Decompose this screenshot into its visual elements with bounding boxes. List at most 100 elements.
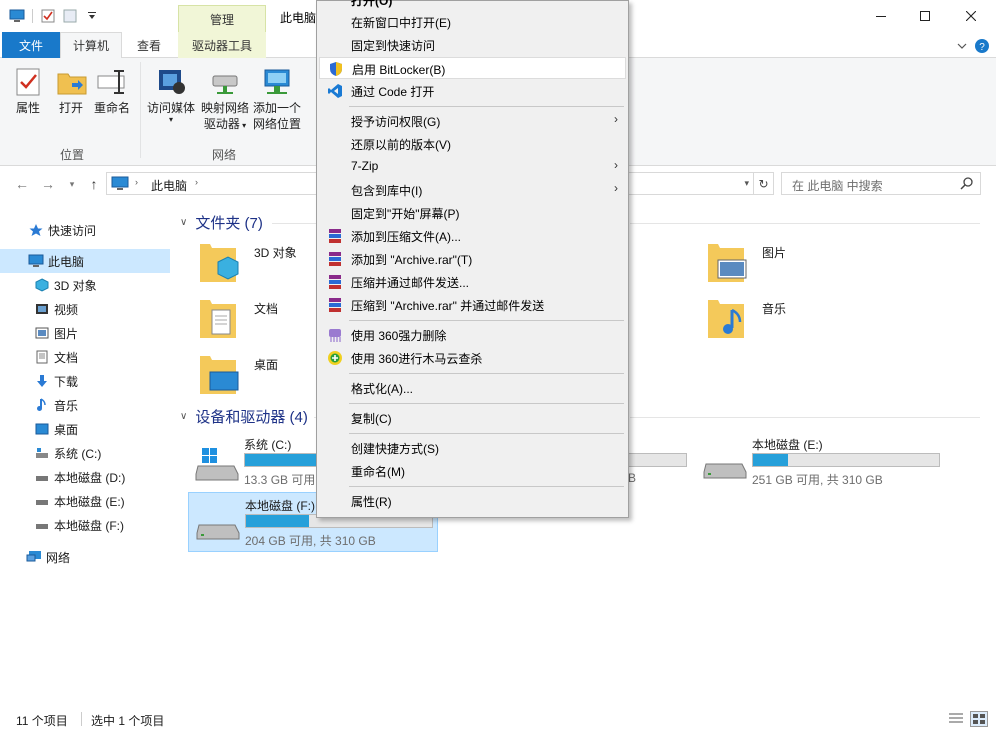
drives-section-header[interactable]: ∨ 设备和驱动器 (4) bbox=[180, 406, 308, 427]
drive-usage-fill bbox=[245, 454, 318, 466]
drive-icon bbox=[195, 507, 241, 543]
up-arrow-icon[interactable]: ↑ bbox=[86, 176, 102, 192]
open-button[interactable]: 打开 bbox=[56, 66, 88, 116]
menu-item-pin-start[interactable]: 固定到"开始"屏幕(P) bbox=[319, 202, 626, 224]
network-drive-icon bbox=[209, 66, 241, 98]
menu-item-label: 添加到 "Archive.rar"(T) bbox=[351, 253, 473, 267]
winrar-icon bbox=[327, 274, 343, 290]
menu-item-bitlocker[interactable]: 启用 BitLocker(B) bbox=[319, 57, 626, 79]
minimize-button[interactable] bbox=[858, 0, 904, 32]
refresh-icon[interactable]: ↻ bbox=[753, 173, 773, 194]
sidebar-item-downloads[interactable]: 下载 bbox=[0, 369, 170, 393]
forward-arrow-icon[interactable]: → bbox=[40, 176, 56, 192]
address-dropdown-icon[interactable]: ▾ bbox=[744, 178, 749, 189]
menu-item-give-access[interactable]: 授予访问权限(G) › bbox=[319, 110, 626, 132]
access-media-button[interactable]: 访问媒体 ▾ bbox=[146, 66, 196, 124]
help-icon[interactable]: ? bbox=[974, 38, 990, 54]
sidebar-item-3d-objects[interactable]: 3D 对象 bbox=[0, 273, 170, 297]
drive-e[interactable]: 本地磁盘 (E:) 251 GB 可用, 共 310 GB bbox=[696, 432, 946, 492]
rename-button[interactable]: 重命名 bbox=[92, 66, 132, 116]
sidebar-item-pictures[interactable]: 图片 bbox=[0, 321, 170, 345]
computer-icon[interactable] bbox=[8, 7, 26, 25]
tab-file[interactable]: 文件 bbox=[2, 32, 60, 58]
menu-item-label: 属性(R) bbox=[351, 495, 392, 509]
properties-button[interactable]: 属性 bbox=[12, 66, 44, 116]
menu-item-add-archive-rar[interactable]: 添加到 "Archive.rar"(T) bbox=[319, 248, 626, 270]
section-divider bbox=[630, 417, 980, 418]
menu-item-rename[interactable]: 重命名(M) bbox=[319, 460, 626, 482]
sidebar-item-network[interactable]: 网络 bbox=[0, 545, 170, 569]
menu-item-open-new-window[interactable]: 在新窗口中打开(E) bbox=[319, 11, 626, 33]
menu-item-open[interactable]: 打开(O) bbox=[319, 0, 626, 11]
menu-item-properties[interactable]: 属性(R) bbox=[319, 490, 626, 512]
tab-drive-tools[interactable]: 驱动器工具 bbox=[178, 32, 266, 58]
sidebar-item-music[interactable]: 音乐 bbox=[0, 393, 170, 417]
sidebar-item-drive-e[interactable]: 本地磁盘 (E:) bbox=[0, 489, 170, 513]
details-view-icon[interactable] bbox=[948, 712, 964, 729]
add-network-location-button[interactable]: 添加一个 网络位置 bbox=[252, 66, 302, 132]
menu-item-open-with-code[interactable]: 通过 Code 打开 bbox=[319, 80, 626, 102]
open-folder-icon bbox=[56, 66, 88, 98]
folders-section-header[interactable]: ∨ 文件夹 (7) bbox=[180, 212, 263, 233]
menu-item-compress-email[interactable]: 压缩并通过邮件发送... bbox=[319, 271, 626, 293]
close-button[interactable] bbox=[948, 0, 994, 32]
menu-item-7zip[interactable]: 7-Zip › bbox=[319, 156, 626, 178]
expand-ribbon-icon[interactable] bbox=[954, 38, 970, 54]
sidebar-item-quick-access[interactable]: 快速访问 bbox=[0, 218, 170, 242]
maximize-button[interactable] bbox=[902, 0, 948, 32]
sidebar-item-drive-d[interactable]: 本地磁盘 (D:) bbox=[0, 465, 170, 489]
menu-item-include-library[interactable]: 包含到库中(I) › bbox=[319, 179, 626, 201]
folder-3d-objects[interactable]: 3D 对象 bbox=[196, 240, 316, 292]
ribbon-divider bbox=[140, 62, 141, 158]
breadcrumb-chevron-icon[interactable]: › bbox=[135, 177, 138, 187]
folder-music[interactable]: 音乐 bbox=[704, 296, 824, 348]
menu-item-label: 还原以前的版本(V) bbox=[351, 138, 451, 152]
recent-locations-icon[interactable]: ▾ bbox=[64, 176, 80, 192]
folder-desktop[interactable]: 桌面 bbox=[196, 352, 316, 404]
map-drive-button[interactable]: 映射网络 驱动器 ▾ bbox=[200, 66, 250, 134]
tab-manage[interactable]: 管理 bbox=[178, 5, 266, 32]
search-box[interactable]: 在 此电脑 中搜索 bbox=[781, 172, 981, 195]
sidebar-item-drive-f[interactable]: 本地磁盘 (F:) bbox=[0, 513, 170, 537]
tab-computer[interactable]: 计算机 bbox=[60, 32, 122, 59]
folder-name: 桌面 bbox=[254, 358, 279, 372]
menu-item-pin-quick-access[interactable]: 固定到快速访问 bbox=[319, 34, 626, 56]
back-arrow-icon[interactable]: ← bbox=[14, 176, 30, 192]
search-input[interactable]: 在 此电脑 中搜索 bbox=[792, 177, 883, 194]
customize-dropdown-icon[interactable] bbox=[83, 7, 101, 25]
menu-item-compress-rar-email[interactable]: 压缩到 "Archive.rar" 并通过邮件发送 bbox=[319, 294, 626, 316]
menu-item-label: 在新窗口中打开(E) bbox=[351, 16, 451, 30]
menu-separator bbox=[349, 433, 624, 434]
collapse-chevron-icon[interactable]: ∨ bbox=[180, 411, 187, 422]
sidebar-item-desktop[interactable]: 桌面 bbox=[0, 417, 170, 441]
menu-item-format[interactable]: 格式化(A)... bbox=[319, 377, 626, 399]
menu-item-360-delete[interactable]: 使用 360强力删除 bbox=[319, 324, 626, 346]
collapse-chevron-icon[interactable]: ∨ bbox=[180, 217, 187, 228]
shredder-icon bbox=[327, 327, 343, 343]
drive-icon bbox=[34, 469, 50, 485]
large-icons-view-icon[interactable] bbox=[970, 711, 988, 727]
quick-access-toolbar bbox=[8, 6, 105, 26]
context-menu: 打开(O) 在新窗口中打开(E) 固定到快速访问 启用 BitLocker(B)… bbox=[316, 0, 629, 518]
sidebar-item-label: 文档 bbox=[54, 350, 79, 365]
tab-view[interactable]: 查看 bbox=[124, 32, 174, 58]
sidebar-item-drive-c[interactable]: 系统 (C:) bbox=[0, 441, 170, 465]
properties-check-icon[interactable] bbox=[39, 7, 57, 25]
folder-documents[interactable]: 文档 bbox=[196, 296, 316, 348]
drive-d[interactable]: B bbox=[628, 432, 688, 492]
folder-pictures[interactable]: 图片 bbox=[704, 240, 824, 292]
sidebar-item-label: 系统 (C:) bbox=[54, 446, 102, 461]
new-folder-icon[interactable] bbox=[61, 7, 79, 25]
search-icon[interactable] bbox=[960, 176, 974, 193]
menu-item-restore-versions[interactable]: 还原以前的版本(V) bbox=[319, 133, 626, 155]
menu-item-copy[interactable]: 复制(C) bbox=[319, 407, 626, 429]
menu-item-create-shortcut[interactable]: 创建快捷方式(S) bbox=[319, 437, 626, 459]
menu-item-label: 压缩并通过邮件发送... bbox=[351, 276, 470, 290]
menu-item-add-archive[interactable]: 添加到压缩文件(A)... bbox=[319, 225, 626, 247]
menu-item-360-scan[interactable]: 使用 360进行木马云查杀 bbox=[319, 347, 626, 369]
breadcrumb[interactable]: 此电脑 bbox=[151, 177, 187, 194]
sidebar-item-videos[interactable]: 视频 bbox=[0, 297, 170, 321]
sidebar-item-this-pc[interactable]: 此电脑 bbox=[0, 249, 170, 273]
sidebar-item-documents[interactable]: 文档 bbox=[0, 345, 170, 369]
breadcrumb-chevron-icon[interactable]: › bbox=[195, 177, 198, 187]
